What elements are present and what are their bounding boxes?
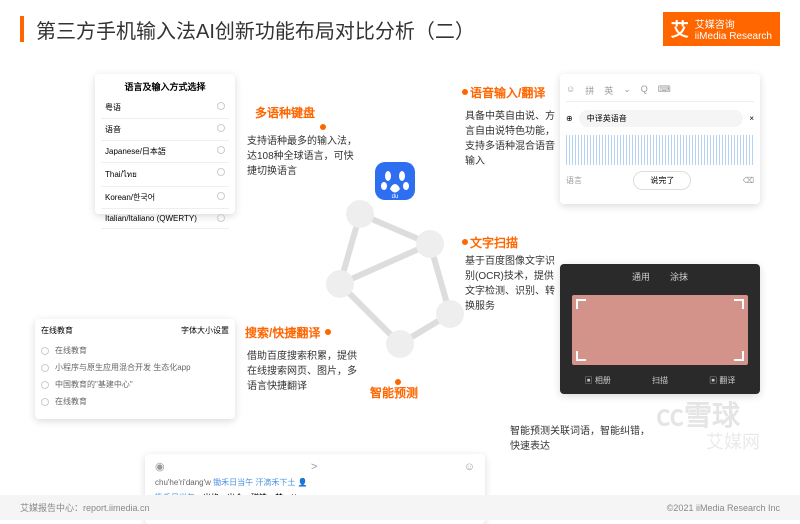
feat3-desc: 具备中英自由说、方言自由说特色功能，支持多语种混合语音输入 [465,109,555,169]
logo-icon: 艾 [671,16,689,42]
header: 第三方手机输入法AI创新功能布局对比分析（二） 艾 艾媒咨询iiMedia Re… [0,0,800,54]
footer: 艾媒报告中心：report.iimedia.cn ©2021 iiMedia R… [0,495,800,520]
dot [320,124,326,130]
feat1-title: 多语种键盘 [255,104,315,121]
feat2-desc: 借助百度搜索积累，提供在线搜索网页、图片，多语言快捷翻译 [247,349,357,394]
lang-row: Korean/한국어 [101,187,229,209]
voice-input-screenshot: ☺拼英⌄Q⌨ ⊕中译英语音× 语言说完了⌫ [560,74,760,204]
network-diagram [310,184,480,364]
lang-row: Italian/Italiano (QWERTY) [101,209,229,229]
smile-icon: ☺ [464,461,475,473]
dot [395,379,401,385]
baidu-small-icon: ◉ [155,460,165,473]
lang-row: Japanese/日本語 [101,141,229,163]
feat1-desc: 支持语种最多的输入法，达108种全球语言，可快捷切换语言 [247,134,357,179]
translate-icon: ▣ 翻译 [709,375,735,386]
gallery-icon: ▣ 相册 [585,375,611,386]
card1-header: 语言及输入方式选择 [101,80,229,93]
lang-row: 语音 [101,119,229,141]
feat2-title: 搜索/快捷翻译 [245,324,320,341]
lang-row: Thai/ไทย [101,163,229,187]
footer-left: 艾媒报告中心：report.iimedia.cn [20,501,150,514]
waveform [566,135,754,165]
feat3-title: 语音输入/翻译 [470,84,545,101]
dot [462,239,468,245]
lang-row: 粤语 [101,97,229,119]
smile-icon: ☺ [566,84,575,97]
feat4-desc: 基于百度图像文字识别(OCR)技术，提供文字检测、识别、转换服务 [465,254,555,314]
globe-icon: ⊕ [566,114,573,123]
keyboard-icon: ⌨ [658,84,671,97]
watermark2: 艾媒网 [706,428,760,454]
page-title: 第三方手机输入法AI创新功能布局对比分析（二） [36,15,663,44]
content-area: 语言及输入方式选择 粤语 语音 Japanese/日本語 Thai/ไทย Ko… [0,54,800,484]
search-options-screenshot: 在线教育字体大小设置 在线教育 小程序与原生应用混合开发 生态化app 中国教育… [35,319,235,419]
ocr-scan-screenshot: 通用涂抹 ▣ 相册扫描▣ 翻译 [560,264,760,394]
dot [462,89,468,95]
feat5-desc: 智能预测关联词语，智能纠错，快速表达 [510,424,650,454]
feat5-title: 智能预测 [370,384,418,401]
title-accent [20,16,24,42]
mic-icon: ⌄ [623,84,631,97]
backspace-icon: ⌫ [743,176,754,185]
brand-logo: 艾 艾媒咨询iiMedia Research [663,12,780,46]
close-icon: × [749,114,754,123]
footer-right: ©2021 iiMedia Research Inc [667,503,780,513]
dot [325,329,331,335]
feat4-title: 文字扫描 [470,234,518,251]
done-button: 说完了 [633,171,691,190]
language-list-screenshot: 语言及输入方式选择 粤语 语音 Japanese/日本語 Thai/ไทย Ko… [95,74,235,214]
